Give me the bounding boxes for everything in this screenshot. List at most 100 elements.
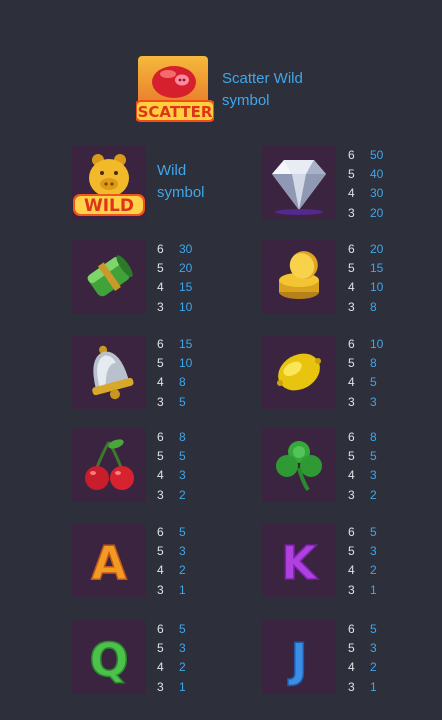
- pay-value: 8: [370, 299, 377, 314]
- pay-value: 5: [179, 394, 186, 409]
- pay-value: 15: [179, 280, 193, 295]
- lemon-icon: [262, 335, 336, 409]
- pay-count: 6: [348, 148, 355, 162]
- pay-count: 3: [348, 394, 355, 409]
- pay-value: 2: [179, 487, 186, 502]
- scatter-description: Scatter Wild symbol: [222, 70, 303, 109]
- paytable-row: Q 65 53 42 31 J 65 53 42 31: [0, 620, 442, 700]
- pay-value: 10: [370, 280, 384, 295]
- pay-value: 3: [179, 544, 186, 559]
- pay-value: 3: [370, 394, 377, 409]
- letter-j-pay-list: 65 53 42 31: [348, 620, 408, 697]
- letter-j-glyph: J: [287, 633, 307, 687]
- pay-value: 1: [179, 679, 186, 694]
- diamond-pay-list: 6 50 5 40 4 30 3 20: [348, 146, 408, 223]
- wild-pig-icon: WILD: [72, 146, 146, 220]
- pay-value: 3: [179, 641, 186, 656]
- pay-count: 5: [157, 449, 164, 464]
- pay-value: 2: [370, 487, 377, 502]
- pay-count: 6: [157, 430, 164, 444]
- pay-count: 6: [157, 525, 164, 539]
- pay-value: 3: [370, 641, 377, 656]
- pay-count: 6: [157, 337, 164, 351]
- paytable-row: 6 30 5 20 4 15 3 10 6 20 5 15 4 10 38: [0, 240, 442, 320]
- pay-count: 3: [348, 487, 355, 502]
- letter-k-pay-list: 65 53 42 31: [348, 523, 408, 600]
- diamond-icon: [262, 146, 336, 220]
- cherries-icon: [72, 428, 146, 502]
- pay-value: 5: [179, 622, 186, 636]
- pay-count: 4: [348, 563, 355, 578]
- pay-count: 4: [348, 468, 355, 483]
- cherries-pay-list: 68 55 43 32: [157, 428, 217, 505]
- pay-value: 10: [370, 337, 384, 351]
- pay-value: 8: [179, 430, 186, 444]
- pay-count: 5: [348, 449, 355, 464]
- pay-value: 3: [370, 544, 377, 559]
- letter-a-pay-list: 65 53 42 31: [157, 523, 217, 600]
- pay-count: 4: [157, 280, 164, 295]
- pay-count: 6: [348, 430, 355, 444]
- pay-count: 3: [157, 487, 164, 502]
- pay-count: 4: [157, 660, 164, 675]
- pay-value: 40: [370, 167, 384, 182]
- pay-value: 15: [370, 261, 384, 276]
- pay-count: 4: [157, 375, 164, 390]
- gold-coins-pay-list: 6 20 5 15 4 10 38: [348, 240, 408, 317]
- letter-q-pay-list: 65 53 42 31: [157, 620, 217, 697]
- pay-value: 50: [370, 148, 384, 162]
- pay-count: 6: [348, 525, 355, 539]
- pay-value: 15: [179, 337, 193, 351]
- pay-value: 10: [179, 356, 193, 371]
- letter-a-icon: A: [72, 523, 146, 597]
- letter-q-icon: Q: [72, 620, 146, 694]
- pay-value: 2: [179, 660, 186, 675]
- cash-roll-icon: [72, 240, 146, 314]
- pay-count: 6: [348, 622, 355, 636]
- gold-coins-icon: [262, 240, 336, 314]
- bell-pay-list: 6 15 5 10 48 35: [157, 335, 217, 412]
- pay-count: 5: [348, 641, 355, 656]
- clover-icon: [262, 428, 336, 502]
- pay-value: 8: [179, 375, 186, 390]
- pay-value: 30: [179, 242, 193, 256]
- paytable-row: 68 55 43 32 68 55 43 32: [0, 428, 442, 508]
- pay-count: 5: [348, 356, 355, 371]
- pay-value: 2: [370, 563, 377, 578]
- pay-value: 10: [179, 299, 193, 314]
- wild-description: Wild symbol: [157, 162, 205, 201]
- pay-value: 1: [179, 582, 186, 597]
- pay-value: 30: [370, 186, 384, 201]
- paytable-row: WILD Wild symbol 6 50 5 40 4 30 3 20: [0, 146, 442, 226]
- pay-value: 8: [370, 356, 377, 371]
- pay-count: 5: [157, 356, 164, 371]
- pay-count: 5: [157, 641, 164, 656]
- pay-value: 1: [370, 679, 377, 694]
- pay-count: 5: [157, 261, 164, 276]
- pay-count: 4: [157, 468, 164, 483]
- letter-j-icon: J: [262, 620, 336, 694]
- bell-icon: [72, 335, 146, 409]
- pay-value: 5: [179, 449, 186, 464]
- pay-value: 5: [370, 525, 377, 539]
- pay-value: 8: [370, 430, 377, 444]
- pay-count: 5: [348, 544, 355, 559]
- pay-count: 3: [348, 679, 355, 694]
- pay-value: 3: [370, 468, 377, 483]
- paytable-row: 6 15 5 10 48 35 6 10 58 45 33: [0, 335, 442, 415]
- pay-count: 4: [348, 280, 355, 295]
- pay-value: 5: [179, 525, 186, 539]
- wild-badge-text: WILD: [84, 196, 134, 216]
- pay-value: 5: [370, 449, 377, 464]
- pay-value: 5: [370, 622, 377, 636]
- pay-count: 6: [157, 622, 164, 636]
- lemon-pay-list: 6 10 58 45 33: [348, 335, 408, 412]
- pay-count: 3: [157, 299, 164, 314]
- pay-count: 4: [348, 186, 355, 201]
- pay-count: 3: [348, 299, 355, 314]
- pay-value: 2: [179, 563, 186, 578]
- pay-count: 4: [348, 660, 355, 675]
- pay-count: 3: [348, 205, 355, 220]
- pay-count: 5: [348, 261, 355, 276]
- pay-count: 3: [157, 394, 164, 409]
